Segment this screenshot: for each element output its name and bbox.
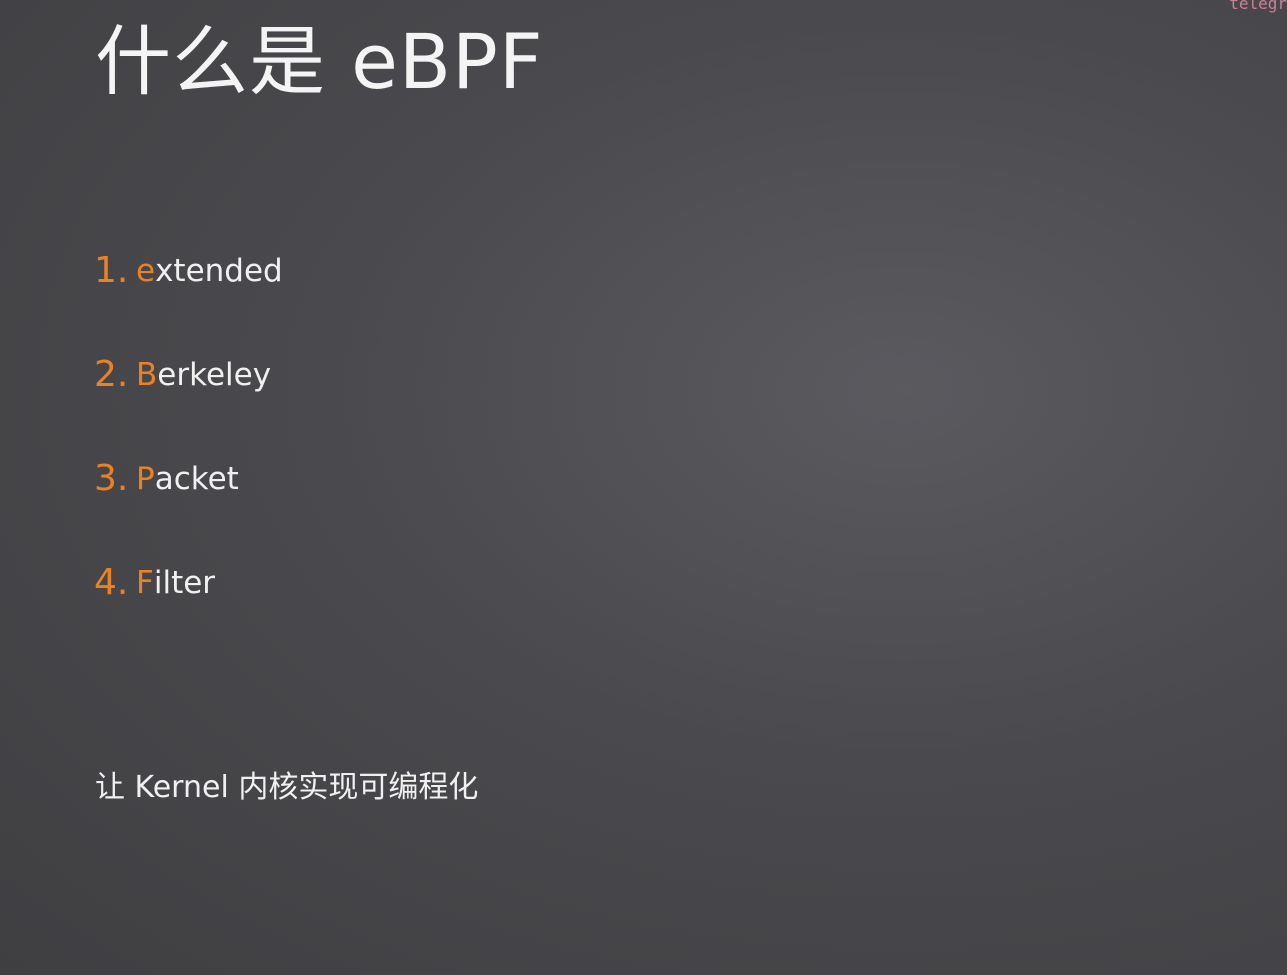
item-first-letter: B: [136, 357, 158, 393]
list-item: 4. F ilter: [94, 552, 283, 656]
list-item: 3. P acket: [94, 448, 283, 552]
item-number: 3.: [94, 458, 129, 499]
item-first-letter: F: [136, 565, 154, 601]
item-number: 2.: [94, 354, 129, 395]
item-first-letter: P: [136, 461, 155, 497]
item-rest: erkeley: [157, 357, 272, 393]
item-rest: xtended: [155, 253, 283, 289]
list-item: 2. B erkeley: [94, 344, 283, 448]
item-rest: ilter: [153, 565, 216, 601]
item-number: 1.: [94, 250, 129, 291]
item-rest: acket: [154, 461, 239, 497]
slide-title: 什么是 eBPF: [95, 17, 544, 106]
watermark-text: telegr: [1229, 0, 1287, 13]
item-first-letter: e: [136, 253, 156, 289]
slide: telegr 什么是 eBPF 1. e xtended 2. B erkele…: [0, 0, 1287, 975]
list-item: 1. e xtended: [94, 240, 283, 344]
item-number: 4.: [94, 562, 129, 603]
slide-subtitle: 让 Kernel 内核实现可编程化: [95, 770, 479, 805]
acronym-list: 1. e xtended 2. B erkeley 3. P acket 4. …: [94, 240, 283, 656]
